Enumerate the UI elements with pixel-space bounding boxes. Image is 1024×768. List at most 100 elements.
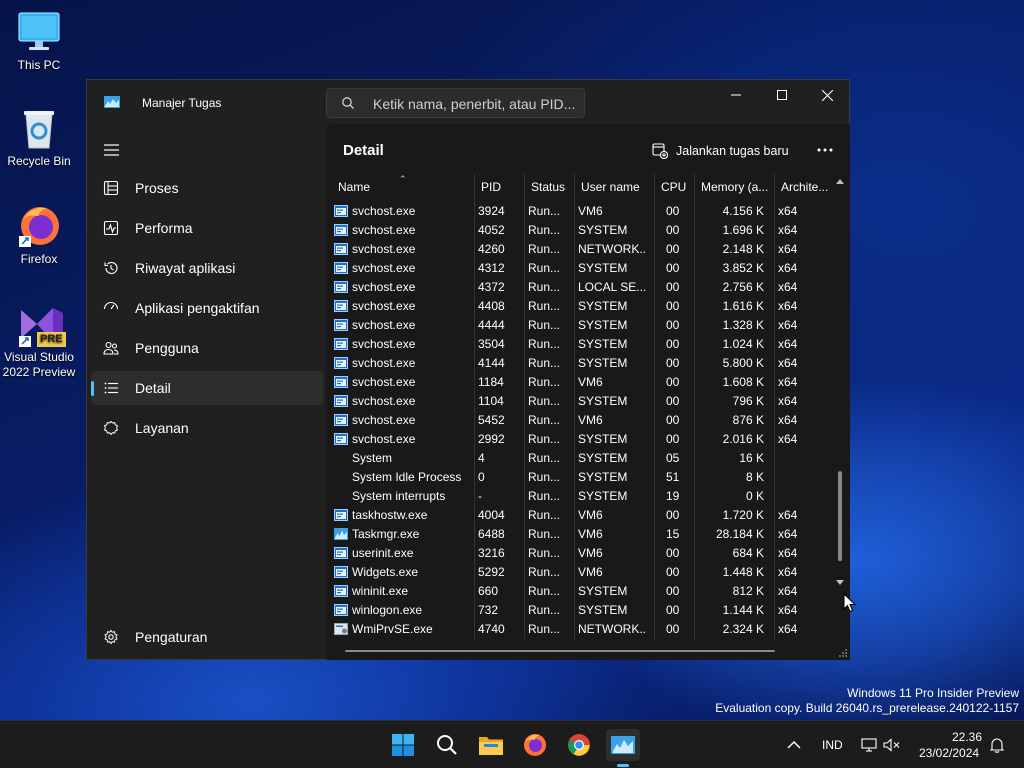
sidebar-item-settings[interactable]: Pengaturan xyxy=(91,620,323,654)
table-row[interactable]: svchost.exe 4260 Run... NETWORK... 00 2.148 K… xyxy=(328,240,833,259)
status-cell: Run... xyxy=(528,280,561,294)
cpu-cell: 00 xyxy=(666,565,680,579)
table-row[interactable]: wininit.exe 660 Run... SYSTEM 00 812 K x64 xyxy=(328,582,833,601)
network-volume-button[interactable] xyxy=(856,729,906,761)
table-row[interactable]: svchost.exe 4144 Run... SYSTEM 00 5.800 K x64 xyxy=(328,354,833,373)
pid-cell: 1184 xyxy=(478,375,504,389)
desktop-icon-firefox[interactable]: Firefox xyxy=(0,204,78,267)
memory-cell: 28.184 K xyxy=(715,527,764,541)
user-name-cell: NETWORK... xyxy=(578,622,646,636)
wmi-provider-icon xyxy=(334,623,348,635)
table-row[interactable]: svchost.exe 4444 Run... SYSTEM 00 1.328 K x64 xyxy=(328,316,833,335)
table-row[interactable]: WmiPrvSE.exe 4740 Run... NETWORK... 00 2.324 … xyxy=(328,620,833,639)
status-cell: Run... xyxy=(528,451,561,465)
sidebar-item-processes[interactable]: Proses xyxy=(91,171,323,205)
sidebar-item-services[interactable]: Layanan xyxy=(91,411,323,445)
resize-grip-icon[interactable] xyxy=(838,648,848,658)
table-row[interactable]: winlogon.exe 732 Run... SYSTEM 00 1.144 K x64 xyxy=(328,601,833,620)
table-row[interactable]: svchost.exe 4408 Run... SYSTEM 00 1.616 K x64 xyxy=(328,297,833,316)
desktop-icon-visual-studio[interactable]: PRE Visual Studio 2022 Preview xyxy=(0,302,78,380)
table-row[interactable]: svchost.exe 1104 Run... SYSTEM 00 796 K x64 xyxy=(328,392,833,411)
task-manager-taskbar-button[interactable] xyxy=(606,729,640,767)
column-header-pid[interactable]: PID xyxy=(474,174,524,200)
table-row[interactable]: Taskmgr.exe 6488 Run... VM6 15 28.184 K x64 xyxy=(328,525,833,544)
column-header-cpu[interactable]: CPU xyxy=(654,174,694,200)
clock-time[interactable]: 22.36 xyxy=(952,730,982,744)
architecture-cell xyxy=(778,468,828,487)
table-row[interactable]: svchost.exe 3504 Run... SYSTEM 00 1.024 K x64 xyxy=(328,335,833,354)
sidebar-item-label: Performa xyxy=(135,220,193,236)
architecture-cell: x64 xyxy=(778,603,798,617)
desktop-icon-recycle-bin[interactable]: Recycle Bin xyxy=(0,106,78,169)
architecture-cell: x64 xyxy=(778,584,798,598)
table-row[interactable]: svchost.exe 4052 Run... SYSTEM 00 1.696 K x64 xyxy=(328,221,833,240)
chrome-taskbar-button[interactable] xyxy=(563,729,595,761)
memory-cell: 1.144 K xyxy=(722,603,764,617)
sidebar-item-performance[interactable]: Performa xyxy=(91,211,323,245)
user-name-cell: LOCAL SE... xyxy=(578,280,646,294)
pid-cell: 3924 xyxy=(478,204,505,218)
architecture-cell: x64 xyxy=(778,204,798,218)
start-button[interactable] xyxy=(387,729,419,761)
desktop-icon-this-pc[interactable]: This PC xyxy=(0,10,78,73)
title-bar[interactable]: Manajer Tugas Ketik nama, penerbit, atau… xyxy=(87,80,849,124)
architecture-cell: x64 xyxy=(778,242,798,256)
chevron-up-icon xyxy=(787,740,801,749)
minimize-button[interactable] xyxy=(713,80,759,110)
process-icon xyxy=(334,566,348,578)
close-button[interactable] xyxy=(804,80,850,110)
table-row[interactable]: svchost.exe 5452 Run... VM6 00 876 K x64 xyxy=(328,411,833,430)
monitor-icon xyxy=(17,10,61,54)
details-table: ⌃ Name PID Status User name CPU Memory (… xyxy=(328,174,833,639)
search-input[interactable]: Ketik nama, penerbit, atau PID... xyxy=(326,88,585,118)
hamburger-menu-icon[interactable] xyxy=(102,142,122,158)
horizontal-scrollbar[interactable] xyxy=(345,650,775,652)
column-header-memory[interactable]: Memory (a... xyxy=(694,174,774,200)
memory-cell: 1.328 K xyxy=(722,318,764,332)
pid-cell: 4052 xyxy=(478,223,505,237)
run-new-task-button[interactable]: Jalankan tugas baru xyxy=(652,140,789,162)
language-indicator[interactable]: IND xyxy=(822,738,843,752)
memory-cell: 2.324 K xyxy=(722,622,764,636)
table-row[interactable]: svchost.exe 1184 Run... VM6 00 1.608 K x64 xyxy=(328,373,833,392)
table-row[interactable]: svchost.exe 3924 Run... VM6 00 4.156 K x64 xyxy=(328,202,833,221)
sidebar-item-details[interactable]: Detail xyxy=(91,371,323,405)
table-row[interactable]: System 4 Run... SYSTEM 05 16 K xyxy=(328,449,833,468)
desktop-icon-label: This PC xyxy=(17,58,61,72)
desktop-icon-label: Firefox xyxy=(20,252,58,266)
table-row[interactable]: taskhostw.exe 4004 Run... VM6 00 1.720 K x64 xyxy=(328,506,833,525)
taskbar-search-button[interactable] xyxy=(431,729,463,761)
column-header-architecture[interactable]: Archite... xyxy=(774,174,833,200)
clock-date[interactable]: 23/02/2024 xyxy=(919,746,979,760)
table-row[interactable]: svchost.exe 4312 Run... SYSTEM 00 3.852 K x64 xyxy=(328,259,833,278)
memory-cell: 1.448 K xyxy=(722,565,764,579)
table-row[interactable]: System interrupts - Run... SYSTEM 19 0 K xyxy=(328,487,833,506)
sidebar-item-startup-apps[interactable]: Aplikasi pengaktifan xyxy=(91,291,323,325)
memory-cell: 1.024 K xyxy=(722,337,764,351)
table-row[interactable]: userinit.exe 3216 Run... VM6 00 684 K x64 xyxy=(328,544,833,563)
sidebar-item-app-history[interactable]: Riwayat aplikasi xyxy=(91,251,323,285)
active-app-indicator xyxy=(617,764,629,767)
table-row[interactable]: Widgets.exe 5292 Run... VM6 00 1.448 K x64 xyxy=(328,563,833,582)
sidebar-item-users[interactable]: Pengguna xyxy=(91,331,323,365)
firefox-taskbar-button[interactable] xyxy=(519,729,551,761)
show-hidden-icons-button[interactable] xyxy=(778,729,810,761)
user-name-cell: SYSTEM xyxy=(578,223,628,237)
table-row[interactable]: svchost.exe 2992 Run... SYSTEM 00 2.016 K x64 xyxy=(328,430,833,449)
maximize-button[interactable] xyxy=(759,80,805,110)
table-row[interactable]: svchost.exe 4372 Run... LOCAL SE... 00 2.756 … xyxy=(328,278,833,297)
more-options-button[interactable] xyxy=(814,139,836,161)
process-icon xyxy=(334,414,348,426)
column-header-user-name[interactable]: User name xyxy=(574,174,654,200)
user-name-cell: VM6 xyxy=(578,508,603,522)
table-row[interactable]: System Idle Process 0 Run... SYSTEM 51 8 K xyxy=(328,468,833,487)
architecture-cell: x64 xyxy=(778,413,798,427)
vertical-scrollbar[interactable] xyxy=(835,176,845,588)
cpu-cell: 00 xyxy=(666,318,680,332)
column-header-status[interactable]: Status xyxy=(524,174,574,200)
file-explorer-button[interactable] xyxy=(475,729,507,761)
process-name-cell: svchost.exe xyxy=(332,354,470,373)
notifications-button[interactable] xyxy=(981,729,1013,761)
process-name-cell: WmiPrvSE.exe xyxy=(332,620,470,639)
column-header-name[interactable]: Name xyxy=(332,174,474,200)
